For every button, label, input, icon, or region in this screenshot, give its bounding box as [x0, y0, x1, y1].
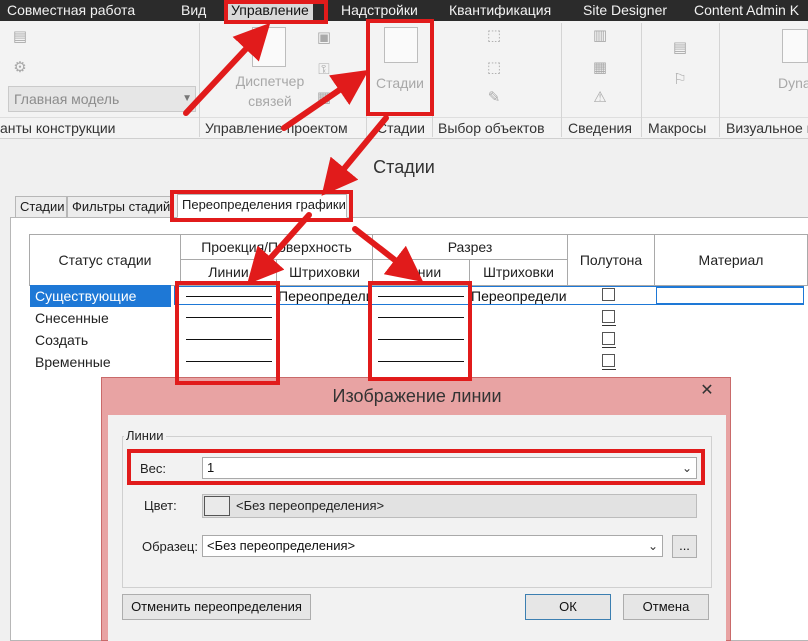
- link-icon[interactable]: ▣: [314, 29, 334, 47]
- menu-manage[interactable]: Управление: [227, 0, 313, 21]
- close-icon[interactable]: ✕: [687, 380, 727, 402]
- halftone-checkbox[interactable]: [602, 332, 615, 345]
- section-line-swatch[interactable]: [378, 339, 464, 340]
- reset-overrides-button[interactable]: Отменить переопределения: [122, 594, 311, 620]
- col-header-halftone: Полутона: [567, 234, 655, 286]
- dynamo-icon[interactable]: [782, 29, 808, 63]
- col-header-projection: Проекция/Поверхность: [180, 234, 373, 260]
- starting-view-icon[interactable]: ▦: [314, 89, 334, 107]
- menu-view[interactable]: Вид: [181, 0, 206, 21]
- manage-links-label-1[interactable]: Диспетчер: [228, 72, 312, 90]
- dynamo-button-label[interactable]: Dyna: [778, 74, 808, 92]
- checkbox-underline: [602, 325, 616, 326]
- macro-security-icon[interactable]: ⚐: [670, 71, 690, 89]
- chevron-down-icon: ⌄: [681, 461, 692, 475]
- weight-label: Вес:: [140, 461, 167, 476]
- stages-button-label[interactable]: Стадии: [371, 74, 429, 92]
- checkbox-underline: [602, 347, 616, 348]
- lines-group-label: Линии: [124, 428, 166, 443]
- stages-icon[interactable]: [384, 27, 418, 63]
- manage-links-icon[interactable]: [252, 27, 286, 67]
- col-header-material: Материал: [654, 234, 808, 286]
- panel-divider: [199, 23, 200, 137]
- projection-line-swatch[interactable]: [186, 339, 272, 340]
- tab-stage-filters[interactable]: Фильтры стадий: [67, 196, 174, 218]
- halftone-checkbox[interactable]: [602, 310, 615, 323]
- menu-addins[interactable]: Надстройки: [341, 0, 418, 21]
- pattern-label: Образец:: [142, 539, 198, 554]
- select-edit-icon[interactable]: ✎: [484, 89, 504, 107]
- section-hatch-override[interactable]: Переопределит: [471, 286, 567, 306]
- menu-bar: Совместная работа Вид Управление Надстро…: [0, 0, 808, 21]
- section-line-swatch[interactable]: [378, 317, 464, 318]
- projection-hatch-override[interactable]: Переопределит: [278, 286, 372, 306]
- line-graphics-dialog-title: Изображение линии: [332, 386, 502, 406]
- table-row-demolished[interactable]: Снесенные: [30, 307, 109, 329]
- select-load-icon[interactable]: ⬚: [484, 59, 504, 77]
- macro-manager-icon[interactable]: ▤: [670, 39, 690, 57]
- chevron-down-icon: ▼: [182, 93, 192, 104]
- tab-graphic-overrides[interactable]: Переопределения графики: [177, 194, 347, 218]
- ids-icon[interactable]: ▥: [590, 27, 610, 45]
- design-option-select[interactable]: Главная модель ▼: [8, 86, 196, 112]
- color-label: Цвет:: [144, 498, 177, 513]
- panel-label-visual-programming: Визуальное п: [726, 120, 808, 136]
- browse-pattern-button[interactable]: ...: [672, 535, 697, 558]
- lock-icon[interactable]: ⚿: [314, 61, 334, 79]
- panel-label-macros: Макросы: [648, 120, 707, 136]
- menu-quantification[interactable]: Квантификация: [449, 0, 551, 21]
- halftone-checkbox[interactable]: [602, 288, 615, 301]
- section-line-swatch[interactable]: [378, 296, 464, 297]
- panel-label-selection: Выбор объектов: [438, 120, 545, 136]
- panel-label-stages: Стадии: [377, 120, 425, 136]
- stages-dialog-title: Стадии: [373, 157, 435, 177]
- panel-divider: [561, 23, 562, 137]
- tab-stages[interactable]: Стадии: [15, 196, 67, 218]
- col-header-projection-lines: Линии: [180, 259, 277, 286]
- design-option-value: Главная модель: [14, 91, 120, 107]
- projection-line-swatch[interactable]: [186, 317, 272, 318]
- projection-line-swatch[interactable]: [186, 296, 272, 297]
- col-header-projection-hatch: Штриховки: [276, 259, 373, 286]
- table-row-new[interactable]: Создать: [30, 329, 88, 351]
- select-save-icon[interactable]: ⬚: [484, 27, 504, 45]
- checkbox-underline: [602, 369, 616, 370]
- section-line-swatch[interactable]: [378, 361, 464, 362]
- panel-divider: [719, 23, 720, 137]
- col-header-section-lines: Линии: [372, 259, 470, 286]
- menu-site-designer[interactable]: Site Designer: [583, 0, 667, 21]
- color-value: <Без переопределения>: [236, 498, 385, 513]
- manage-links-label-2[interactable]: связей: [228, 92, 312, 110]
- weight-value: 1: [207, 460, 215, 475]
- pattern-select[interactable]: <Без переопределения> ⌄: [202, 535, 663, 557]
- weight-select[interactable]: 1 ⌄: [202, 457, 697, 479]
- projection-line-swatch[interactable]: [186, 361, 272, 362]
- pick-option-icon[interactable]: ⚙: [10, 59, 30, 77]
- pattern-value: <Без переопределения>: [207, 538, 356, 553]
- panel-divider: [366, 23, 367, 137]
- table-row-temporary[interactable]: Временные: [30, 351, 111, 373]
- panel-label-manage-project: Управление проектом: [205, 120, 348, 136]
- col-header-status: Статус стадии: [29, 234, 181, 286]
- select-by-id-icon[interactable]: ▦: [590, 59, 610, 77]
- chevron-down-icon: ⌄: [647, 539, 658, 553]
- color-swatch[interactable]: [204, 496, 230, 516]
- halftone-checkbox[interactable]: [602, 354, 615, 367]
- col-header-section: Разрез: [372, 234, 568, 260]
- menu-content-admin[interactable]: Content Admin K: [694, 0, 799, 21]
- cancel-button[interactable]: Отмена: [623, 594, 709, 620]
- warnings-icon[interactable]: ⚠: [590, 89, 610, 107]
- col-header-section-hatch: Штриховки: [469, 259, 568, 286]
- panel-divider: [641, 23, 642, 137]
- material-cell[interactable]: [656, 287, 804, 304]
- menu-collaborate[interactable]: Совместная работа: [7, 0, 135, 21]
- panel-label-inquiry: Сведения: [568, 120, 632, 136]
- table-row-existing[interactable]: Существующие: [30, 285, 171, 307]
- ok-button[interactable]: ОК: [525, 594, 611, 620]
- design-option-icon[interactable]: ▤: [10, 28, 30, 46]
- ribbon: ▤ ⚙ Главная модель ▼ Диспетчер связей ▣ …: [0, 21, 808, 139]
- panel-label-design-options: анты конструкции: [0, 120, 116, 136]
- panel-divider: [432, 23, 433, 137]
